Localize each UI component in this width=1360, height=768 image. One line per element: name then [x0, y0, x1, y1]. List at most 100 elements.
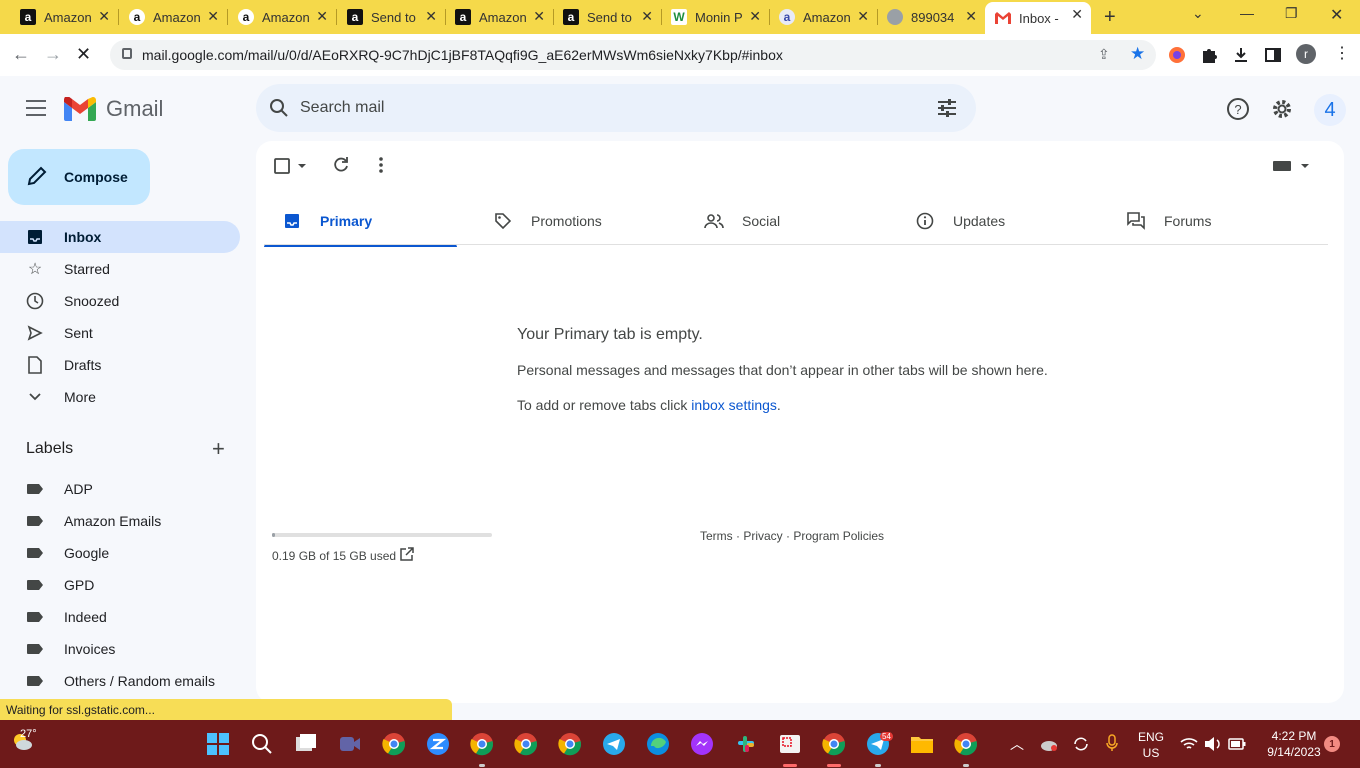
zoom-icon[interactable] — [426, 732, 450, 756]
input-region[interactable]: US — [1136, 746, 1166, 760]
stop-loading-button[interactable]: ✕ — [76, 44, 91, 65]
tab-social[interactable]: Social — [686, 197, 879, 245]
browser-tab[interactable]: a Send to ✕ — [553, 4, 661, 30]
clock-date[interactable]: 9/14/2023 — [1256, 745, 1332, 759]
chrome-profile-icon[interactable] — [954, 732, 978, 756]
refresh-icon[interactable] — [332, 156, 350, 174]
browser-tab[interactable]: a Send to ✕ — [337, 4, 445, 30]
firefox-extension-icon[interactable] — [1168, 46, 1186, 64]
telegram-icon[interactable] — [602, 732, 626, 756]
label-item[interactable]: ADP — [0, 473, 240, 505]
chrome-profile-icon[interactable] — [514, 732, 538, 756]
close-icon[interactable]: ✕ — [425, 8, 437, 25]
settings-gear-icon[interactable] — [1270, 97, 1294, 121]
address-bar[interactable]: mail.google.com/mail/u/0/d/AEoRXRQ-9C7hD… — [110, 40, 1156, 70]
label-item[interactable]: Google — [0, 537, 240, 569]
slack-icon[interactable] — [734, 732, 758, 756]
close-icon[interactable]: ✕ — [749, 8, 761, 25]
help-icon[interactable]: ? — [1226, 97, 1250, 121]
minimize-button[interactable]: — — [1240, 5, 1254, 21]
label-item[interactable]: Invoices — [0, 633, 240, 665]
edge-icon[interactable] — [646, 732, 670, 756]
label-item[interactable]: GPD — [0, 569, 240, 601]
battery-icon[interactable] — [1228, 738, 1246, 750]
snipping-tool-icon[interactable] — [778, 732, 802, 756]
search-icon[interactable] — [268, 97, 290, 119]
microphone-icon[interactable] — [1106, 734, 1118, 752]
sync-icon[interactable] — [1072, 736, 1090, 752]
nav-item-inbox[interactable]: Inbox — [0, 221, 240, 253]
select-all-checkbox[interactable] — [274, 157, 308, 175]
maximize-button[interactable]: ❐ — [1285, 5, 1298, 22]
onedrive-icon[interactable] — [1040, 736, 1058, 752]
teams-meet-icon[interactable] — [338, 732, 362, 756]
browser-tab[interactable]: a Amazon ✕ — [228, 4, 336, 30]
privacy-link[interactable]: Privacy — [743, 529, 782, 543]
window-close-button[interactable]: ✕ — [1330, 5, 1343, 25]
keyboard-input-icon[interactable] — [1272, 159, 1310, 173]
nav-item-snoozed[interactable]: Snoozed — [0, 285, 240, 317]
search-options-icon[interactable] — [936, 98, 958, 118]
close-icon[interactable]: ✕ — [98, 8, 110, 25]
task-view-icon[interactable] — [294, 732, 318, 756]
browser-tab[interactable]: 8990349 ✕ — [877, 4, 985, 30]
new-tab-button[interactable]: + — [1104, 6, 1116, 29]
browser-tab-active[interactable]: Inbox - ✕ — [985, 2, 1091, 34]
browser-tab[interactable]: a Amazon ✕ — [445, 4, 553, 30]
main-menu-icon[interactable] — [26, 100, 46, 121]
messenger-icon[interactable] — [690, 732, 714, 756]
browser-tab[interactable]: W Monin P ✕ — [661, 4, 769, 30]
account-avatar[interactable]: 4 — [1314, 94, 1346, 126]
browser-tab[interactable]: a Amazon ✕ — [10, 4, 118, 30]
puzzle-extensions-icon[interactable] — [1200, 46, 1218, 64]
tray-overflow-chevron-icon[interactable]: ︿ — [1010, 734, 1024, 754]
file-explorer-icon[interactable] — [910, 732, 934, 756]
back-button[interactable]: ← — [12, 44, 30, 65]
search-input[interactable]: Search mail — [300, 99, 384, 117]
label-item[interactable]: Others / Random emails — [0, 665, 240, 697]
browser-tab[interactable]: a Amazon ✕ — [119, 4, 227, 30]
terms-link[interactable]: Terms — [700, 529, 733, 543]
search-bar[interactable]: Search mail — [256, 84, 976, 132]
chrome-active-icon[interactable] — [822, 732, 846, 756]
inbox-settings-link[interactable]: inbox settings — [691, 397, 777, 413]
volume-icon[interactable] — [1204, 736, 1222, 752]
browser-menu-icon[interactable]: ⋮ — [1334, 43, 1350, 63]
chrome-profile-icon[interactable] — [558, 732, 582, 756]
gmail-brand[interactable]: Gmail — [106, 96, 163, 122]
input-language[interactable]: ENG — [1136, 730, 1166, 744]
open-external-icon[interactable] — [400, 547, 414, 561]
side-panel-icon[interactable] — [1264, 46, 1282, 64]
program-policies-link[interactable]: Program Policies — [793, 529, 884, 543]
chrome-profile-icon[interactable] — [470, 732, 494, 756]
nav-item-more[interactable]: More — [0, 381, 240, 413]
share-icon[interactable]: ⇪ — [1098, 46, 1110, 63]
close-icon[interactable]: ✕ — [316, 8, 328, 25]
wifi-icon[interactable] — [1180, 737, 1198, 751]
nav-item-starred[interactable]: ☆ Starred — [0, 253, 240, 285]
nav-item-drafts[interactable]: Drafts — [0, 349, 240, 381]
tab-forums[interactable]: Forums — [1108, 197, 1301, 245]
close-icon[interactable]: ✕ — [965, 8, 977, 25]
tab-updates[interactable]: Updates — [897, 197, 1090, 245]
clock-time[interactable]: 4:22 PM — [1256, 729, 1332, 743]
more-vert-icon[interactable] — [378, 156, 384, 174]
bookmark-star-icon[interactable]: ★ — [1130, 44, 1145, 64]
chrome-profile-icon[interactable] — [382, 732, 406, 756]
close-icon[interactable]: ✕ — [857, 8, 869, 25]
tab-primary[interactable]: Primary — [264, 197, 457, 247]
download-icon[interactable] — [1232, 46, 1250, 64]
compose-button[interactable]: Compose — [8, 149, 150, 205]
close-icon[interactable]: ✕ — [1071, 6, 1083, 23]
close-icon[interactable]: ✕ — [207, 8, 219, 25]
add-label-button[interactable]: + — [212, 436, 225, 462]
label-item[interactable]: Indeed — [0, 601, 240, 633]
close-icon[interactable]: ✕ — [641, 8, 653, 25]
close-icon[interactable]: ✕ — [533, 8, 545, 25]
notification-badge[interactable]: 1 — [1324, 736, 1340, 752]
tab-search-chevron-icon[interactable]: ⌄ — [1192, 5, 1204, 22]
windows-start-icon[interactable] — [206, 732, 230, 756]
profile-avatar[interactable]: r — [1296, 44, 1316, 64]
nav-item-sent[interactable]: Sent — [0, 317, 240, 349]
tab-promotions[interactable]: Promotions — [475, 197, 668, 245]
